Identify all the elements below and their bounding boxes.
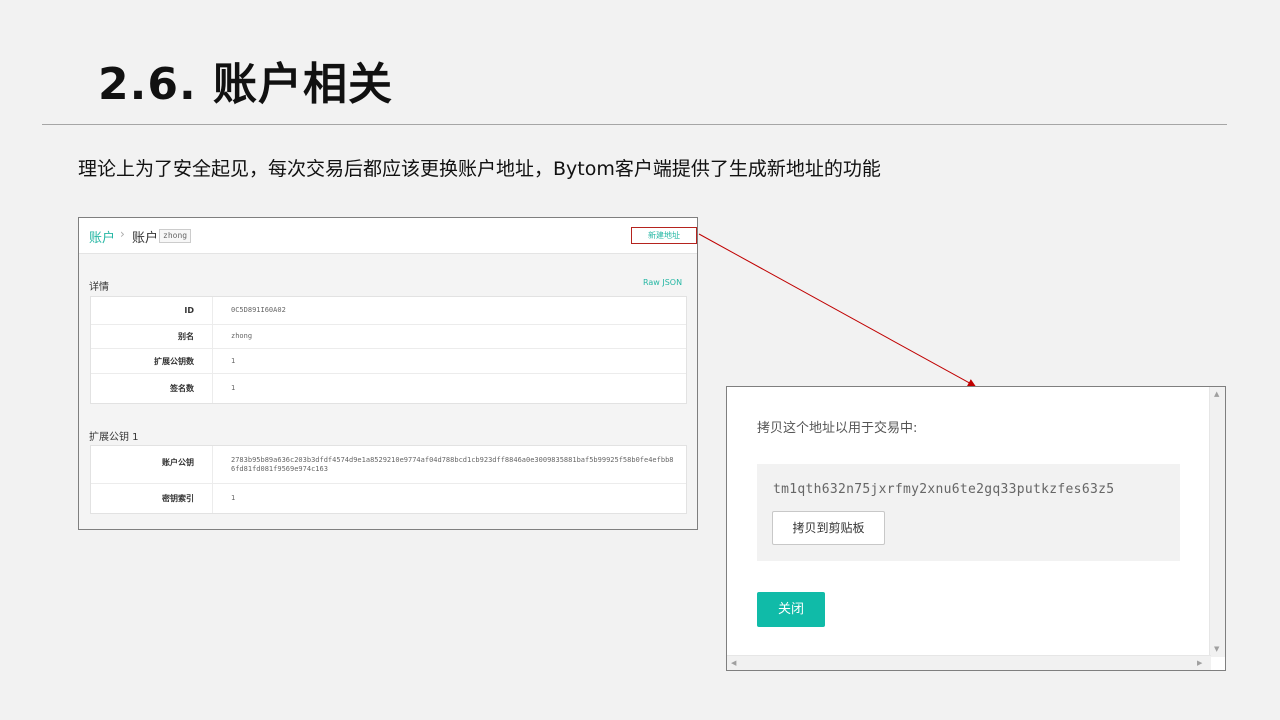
account-details-screenshot: 账户 › 账户 zhong 新建地址 详情 Raw JSON ID 0C5D89…: [78, 217, 698, 530]
row-value: 1: [231, 356, 236, 365]
horizontal-scrollbar[interactable]: ◀ ▶: [727, 655, 1211, 670]
chevron-right-icon: ›: [120, 227, 125, 241]
close-button[interactable]: 关闭: [757, 592, 825, 627]
raw-json-link[interactable]: Raw JSON: [643, 278, 682, 287]
title-divider: [42, 124, 1227, 125]
breadcrumb-current: 账户: [132, 231, 159, 246]
slide-title: 2.6. 账户相关: [98, 59, 393, 110]
table-row: ID 0C5D891I60A02: [91, 297, 686, 325]
table-row: 签名数 1: [91, 374, 686, 403]
account-alias-tag: zhong: [159, 229, 192, 243]
details-heading: 详情: [89, 282, 109, 293]
row-value: zhong: [231, 332, 253, 340]
table-row: 账户公钥 2783b95b89a636c203b3dfdf4574d9e1a85…: [91, 446, 686, 484]
scroll-right-icon[interactable]: ▶: [1197, 659, 1202, 667]
xpub-table: 账户公钥 2783b95b89a636c203b3dfdf4574d9e1a85…: [90, 445, 687, 514]
address-box: tm1qth632n75jxrfmy2xnu6te2gq33putkzfes63…: [757, 464, 1180, 561]
modal-prompt: 拷贝这个地址以用于交易中:: [757, 421, 918, 436]
row-value: 0C5D891I60A02: [231, 306, 286, 314]
new-address-button[interactable]: 新建地址: [631, 227, 697, 244]
row-key: 扩展公钥数: [91, 349, 213, 373]
row-value: 2783b95b89a636c203b3dfdf4574d9e1a8529210…: [231, 455, 674, 473]
scroll-down-icon[interactable]: ▼: [1214, 645, 1219, 653]
row-key: ID: [91, 297, 213, 324]
table-row: 扩展公钥数 1: [91, 349, 686, 374]
row-key: 签名数: [91, 374, 213, 403]
details-table: ID 0C5D891I60A02 别名 zhong 扩展公钥数 1 签名数 1: [90, 296, 687, 404]
row-value: 1: [231, 494, 236, 502]
vertical-scrollbar[interactable]: ▲ ▼: [1209, 387, 1225, 657]
row-key: 别名: [91, 325, 213, 348]
scroll-up-icon[interactable]: ▲: [1214, 390, 1219, 398]
xpub-heading: 扩展公钥 1: [89, 432, 139, 443]
generated-address[interactable]: tm1qth632n75jxrfmy2xnu6te2gq33putkzfes63…: [773, 482, 1114, 497]
table-row: 密钥索引 1: [91, 484, 686, 513]
slide-subtitle: 理论上为了安全起见，每次交易后都应该更换账户地址，Bytom客户端提供了生成新地…: [78, 158, 881, 180]
copy-to-clipboard-button[interactable]: 拷贝到剪贴板: [772, 511, 885, 545]
scroll-left-icon[interactable]: ◀: [731, 659, 736, 667]
new-address-modal-screenshot: 拷贝这个地址以用于交易中: tm1qth632n75jxrfmy2xnu6te2…: [726, 386, 1226, 671]
row-key: 账户公钥: [91, 446, 213, 483]
row-key: 密钥索引: [91, 484, 213, 513]
breadcrumb-accounts-link[interactable]: 账户: [89, 227, 115, 246]
account-header-bar: 账户 › 账户 zhong 新建地址: [79, 218, 697, 254]
table-row: 别名 zhong: [91, 325, 686, 349]
row-value: 1: [231, 384, 236, 392]
